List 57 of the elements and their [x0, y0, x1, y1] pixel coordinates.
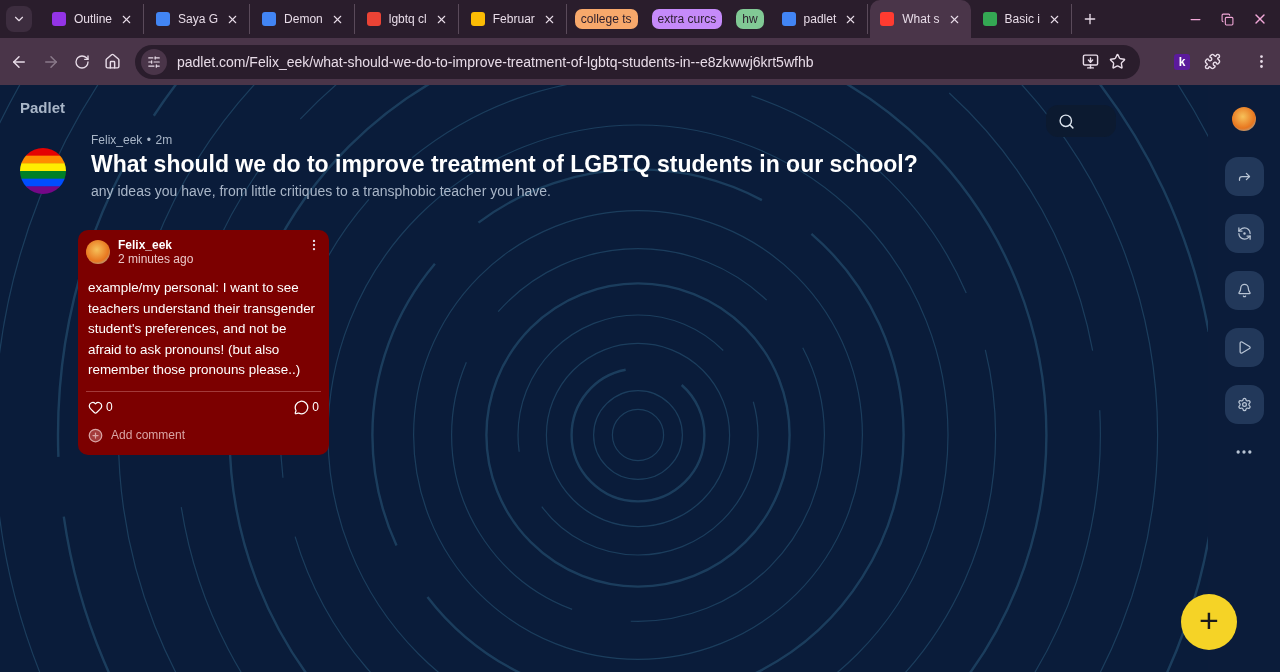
- add-comment-placeholder: Add comment: [111, 428, 186, 442]
- notifications-button[interactable]: [1224, 271, 1264, 310]
- post-time: 2 minutes ago: [118, 252, 195, 266]
- tab-title: Saya G: [178, 12, 219, 26]
- browser-tab[interactable]: Demon: [252, 4, 355, 34]
- tab-title: lgbtq cl: [388, 12, 427, 26]
- play-button[interactable]: [1224, 328, 1264, 367]
- settings-button[interactable]: [1224, 385, 1264, 424]
- tab-title: Februar: [492, 12, 535, 26]
- browser-tab[interactable]: Saya G: [146, 4, 251, 34]
- settings-icon: [1236, 397, 1252, 412]
- avatar-icon[interactable]: [1232, 107, 1256, 131]
- tab-group-label[interactable]: college ts: [574, 9, 638, 29]
- reload-icon[interactable]: [74, 53, 90, 70]
- post-author: Felix_eek: [118, 238, 174, 252]
- board-author: Felix_eek: [91, 133, 143, 147]
- home-icon[interactable]: [104, 53, 121, 70]
- separator-dot: •: [146, 133, 151, 147]
- star-icon[interactable]: [1109, 53, 1126, 70]
- restore-icon[interactable]: [1221, 12, 1234, 26]
- share-button[interactable]: [1224, 157, 1264, 196]
- browser-tab[interactable]: padlet: [771, 4, 869, 34]
- rainbow-flag-icon: [20, 148, 66, 194]
- padlet-logo[interactable]: Padlet: [20, 99, 65, 116]
- board-age: 2m: [155, 133, 173, 147]
- extension-icon[interactable]: k: [1174, 53, 1190, 70]
- board-description: any ideas you have, from little critiques to a transphobic teacher you have.: [91, 183, 551, 199]
- remake-button[interactable]: [1224, 214, 1264, 253]
- tab-title: What s: [902, 12, 940, 26]
- post-body: example/my personal: I want to see teachers understand their transgender student's preferences, and not be afraid to ask pronouns! (but also remember those pronouns please..): [88, 279, 317, 379]
- browser-tab[interactable]: Basic i: [972, 4, 1072, 34]
- site-info-icon[interactable]: [141, 48, 167, 75]
- search-button[interactable]: [1046, 105, 1116, 137]
- browser-tab[interactable]: What s: [870, 0, 971, 38]
- tab-title: Demon: [284, 12, 323, 26]
- add-post-button[interactable]: +: [1181, 594, 1237, 650]
- install-icon[interactable]: [1082, 53, 1099, 70]
- avatar-icon: [86, 240, 110, 264]
- tab-group-label[interactable]: hw: [736, 9, 764, 29]
- bell-icon: [1236, 283, 1252, 298]
- board-title: What should we do to improve treatment of LGBTQ students in our school?: [91, 151, 918, 178]
- browser-tab[interactable]: lgbtq cl: [356, 4, 459, 34]
- browser-tab[interactable]: Februar: [460, 4, 567, 34]
- address-bar[interactable]: padlet.com/Felix_eek/what-should-we-do-to-improve-treatment-of-lgbtq-students-in--e8zkwwj6krt5wfhb: [135, 44, 1140, 79]
- browser-tab[interactable]: Outline: [42, 4, 145, 34]
- tab-title: padlet: [803, 12, 837, 26]
- add-comment-field[interactable]: Add comment: [86, 427, 321, 443]
- plus-circle-icon: [88, 427, 103, 443]
- play-icon: [1236, 340, 1252, 355]
- tab-search-button[interactable]: [6, 6, 32, 32]
- remake-icon: [1236, 226, 1252, 241]
- puzzle-icon[interactable]: [1204, 53, 1221, 70]
- tab-group-label[interactable]: extra curcs: [651, 9, 723, 29]
- like-button[interactable]: 0: [88, 399, 113, 415]
- tab-title: Outline: [74, 12, 113, 26]
- search-icon: [1058, 112, 1075, 130]
- tab-title: Basic i: [1004, 12, 1040, 26]
